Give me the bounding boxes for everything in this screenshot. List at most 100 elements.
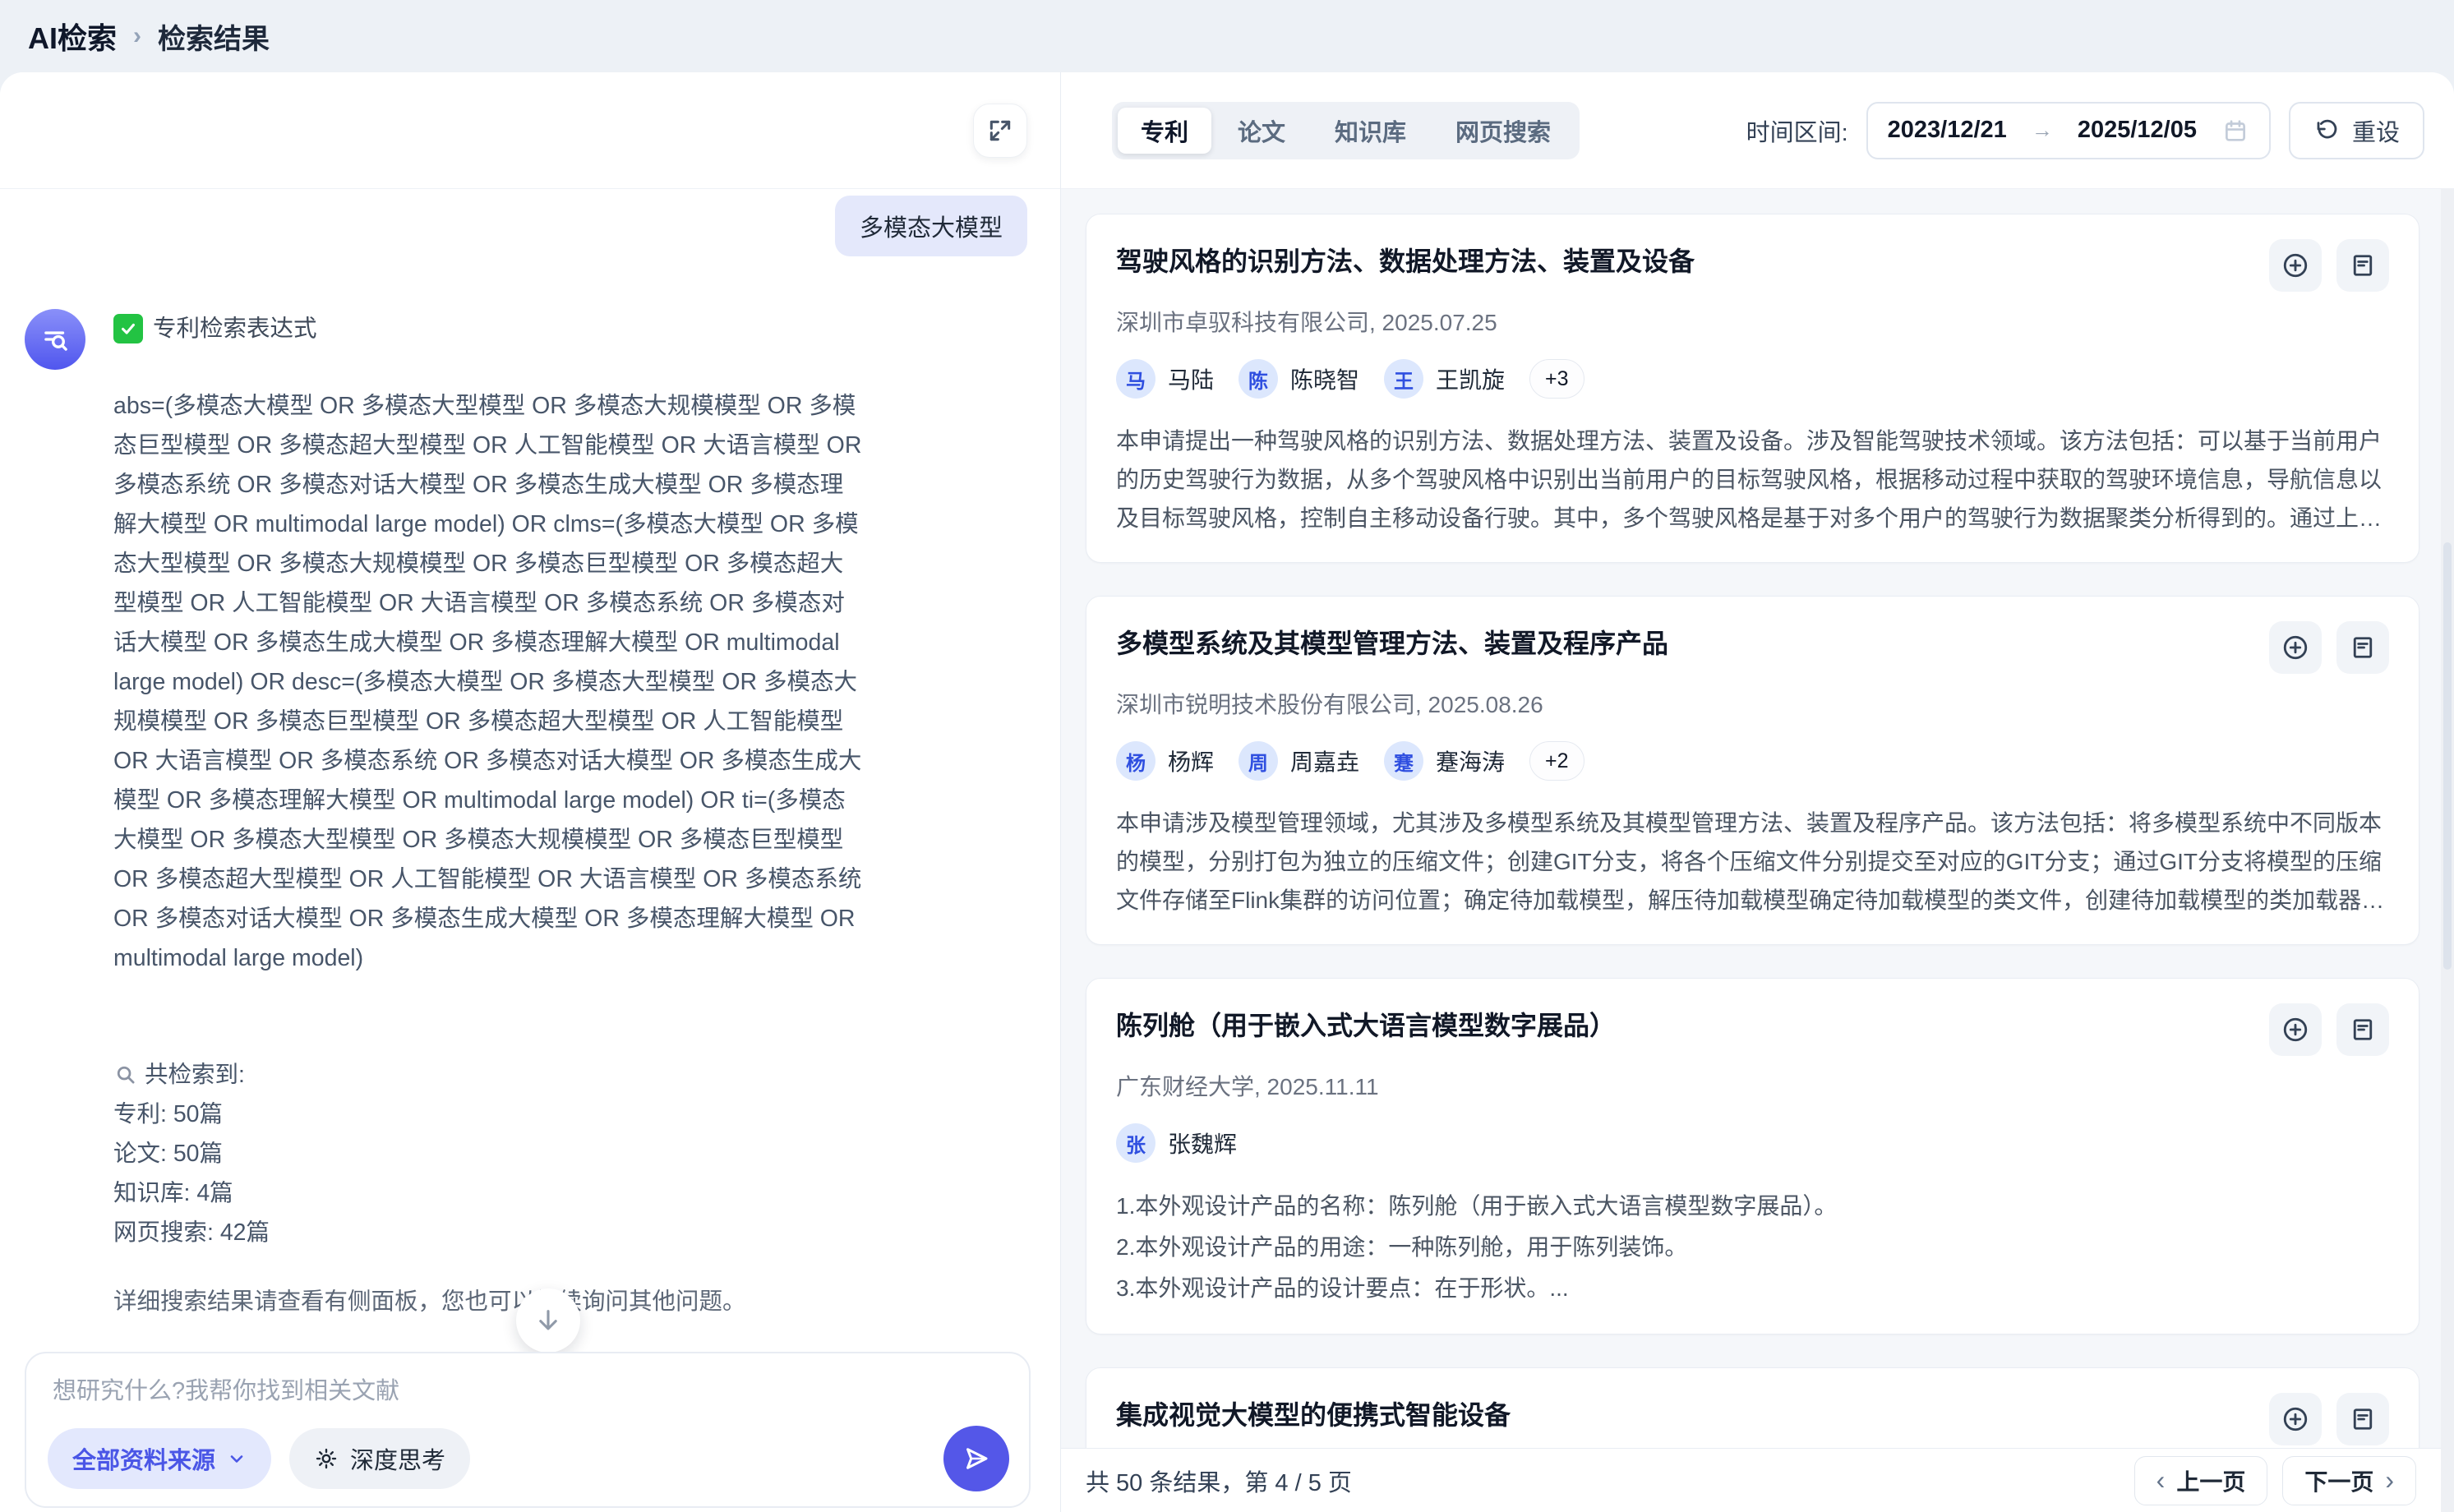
chevron-right-icon: › — [2385, 1465, 2394, 1496]
more-authors-badge[interactable]: +2 — [1529, 741, 1584, 781]
author-name: 陈晓智 — [1290, 362, 1359, 395]
stat-knowledge-base: 知识库: 4篇 — [113, 1173, 863, 1213]
assistant-heading: 专利检索表达式 — [153, 309, 317, 348]
prev-page-button[interactable]: ‹ 上一页 — [2134, 1456, 2268, 1505]
document-lines-icon — [2348, 1404, 2378, 1434]
date-range-arrow-icon: → — [2032, 118, 2053, 143]
document-lines-icon — [2348, 633, 2378, 662]
design-line: 1.本外观设计产品的名称：陈列舱（用于嵌入式大语言模型数字展品）。 — [1116, 1186, 2389, 1227]
add-to-collection-button[interactable] — [2269, 1393, 2322, 1445]
chat-thread: 多模态大模型 — [0, 189, 1060, 1348]
paper-plane-icon — [962, 1444, 991, 1473]
document-lines-icon — [2348, 1015, 2378, 1044]
breadcrumb-current: 检索结果 — [158, 16, 270, 57]
result-meta: 广东财经大学, 2025.11.11 — [1116, 1069, 2389, 1102]
magnifier-icon — [113, 1063, 138, 1087]
author-name: 杨辉 — [1168, 744, 1214, 777]
report-button[interactable] — [2336, 1003, 2389, 1056]
result-authors: 马马陆 陈陈晓智 王王凯旋 +3 — [1116, 359, 2389, 399]
report-button[interactable] — [2336, 621, 2389, 674]
send-button[interactable] — [943, 1426, 1009, 1491]
result-card: 多模型系统及其模型管理方法、装置及程序产品 — [1086, 596, 2419, 945]
result-title[interactable]: 驾驶风格的识别方法、数据处理方法、装置及设备 — [1116, 239, 1695, 279]
date-end[interactable]: 2025/12/05 — [2078, 117, 2197, 144]
result-card: 陈列舱（用于嵌入式大语言模型数字展品） — [1086, 978, 2419, 1335]
date-start[interactable]: 2023/12/21 — [1888, 117, 2007, 144]
assistant-footer-note: 详细搜索结果请查看有侧面板，您也可以继续询问其他问题。 — [113, 1282, 863, 1321]
tab-knowledge-base[interactable]: 知识库 — [1312, 108, 1429, 154]
list-search-icon — [39, 324, 71, 355]
stat-web-search: 网页搜索: 42篇 — [113, 1213, 863, 1252]
author-name: 马陆 — [1168, 362, 1214, 395]
add-to-collection-button[interactable] — [2269, 239, 2322, 292]
next-page-button[interactable]: 下一页 › — [2282, 1456, 2416, 1505]
design-line: 3.本外观设计产品的设计要点：在于形状。... — [1116, 1268, 2389, 1309]
scroll-to-bottom-button[interactable] — [516, 1288, 580, 1353]
composer: 全部资料来源 深度思考 — [25, 1352, 1031, 1508]
result-abstract: 本申请涉及模型管理领域，尤其涉及多模型系统及其模型管理方法、装置及程序产品。该方… — [1116, 804, 2389, 920]
breadcrumb-separator-icon: › — [133, 22, 141, 50]
time-range-label: 时间区间: — [1746, 113, 1848, 148]
author-avatar: 杨 — [1116, 741, 1156, 781]
author-name: 王凯旋 — [1436, 362, 1505, 395]
author-name: 周嘉垚 — [1290, 744, 1359, 777]
add-to-collection-button[interactable] — [2269, 1003, 2322, 1056]
results-list: 驾驶风格的识别方法、数据处理方法、装置及设备 — [1061, 189, 2441, 1512]
author-avatar: 陈 — [1239, 359, 1278, 399]
more-authors-badge[interactable]: +3 — [1529, 359, 1584, 399]
author-name: 蹇海涛 — [1436, 744, 1505, 777]
author-name: 张魏辉 — [1168, 1127, 1237, 1159]
scrollbar-thumb[interactable] — [2443, 542, 2452, 970]
report-button[interactable] — [2336, 1393, 2389, 1445]
result-authors: 杨杨辉 周周嘉垚 蹇蹇海涛 +2 — [1116, 741, 2389, 781]
chat-panel-header — [0, 72, 1060, 189]
results-header: 专利 论文 知识库 网页搜索 时间区间: 2023/12/21 → 2025/1… — [1061, 72, 2454, 189]
stat-patents: 专利: 50篇 — [113, 1095, 863, 1134]
author-avatar: 王 — [1384, 359, 1423, 399]
chevron-down-icon — [227, 1449, 247, 1468]
plus-circle-icon — [2281, 251, 2310, 280]
date-range-picker[interactable]: 2023/12/21 → 2025/12/05 — [1866, 102, 2271, 159]
main-container: 多模态大模型 — [0, 72, 2454, 1512]
add-to-collection-button[interactable] — [2269, 621, 2322, 674]
result-title[interactable]: 陈列舱（用于嵌入式大语言模型数字展品） — [1116, 1003, 1616, 1044]
result-card: 驾驶风格的识别方法、数据处理方法、装置及设备 — [1086, 214, 2419, 563]
expand-arrows-icon — [987, 118, 1013, 144]
results-panel: 专利 论文 知识库 网页搜索 时间区间: 2023/12/21 → 2025/1… — [1060, 72, 2454, 1512]
source-selector-button[interactable]: 全部资料来源 — [48, 1428, 271, 1489]
user-message-bubble: 多模态大模型 — [835, 196, 1027, 256]
reset-button[interactable]: 重设 — [2289, 102, 2424, 159]
plus-circle-icon — [2281, 633, 2310, 662]
rotate-ccw-icon — [2313, 118, 2340, 144]
document-lines-icon — [2348, 251, 2378, 280]
results-summary: 共 50 条结果，第 4 / 5 页 — [1086, 1464, 1352, 1498]
author-avatar: 马 — [1116, 359, 1156, 399]
deep-think-button[interactable]: 深度思考 — [289, 1428, 470, 1489]
author-avatar: 蹇 — [1384, 741, 1423, 781]
breadcrumb: AI检索 › 检索结果 — [0, 0, 2454, 72]
result-authors: 张张魏辉 — [1116, 1123, 2389, 1163]
calendar-icon — [2221, 117, 2249, 145]
arrow-down-icon — [534, 1307, 562, 1335]
report-button[interactable] — [2336, 239, 2389, 292]
tab-papers[interactable]: 论文 — [1215, 108, 1308, 154]
result-abstract: 1.本外观设计产品的名称：陈列舱（用于嵌入式大语言模型数字展品）。 2.本外观设… — [1116, 1186, 2389, 1309]
result-title[interactable]: 集成视觉大模型的便携式智能设备 — [1116, 1393, 1511, 1433]
chevron-left-icon: ‹ — [2156, 1465, 2166, 1496]
expand-chat-button[interactable] — [973, 104, 1027, 158]
results-scrollbar[interactable] — [2441, 189, 2454, 1512]
result-title[interactable]: 多模型系统及其模型管理方法、装置及程序产品 — [1116, 621, 1668, 662]
composer-input[interactable] — [53, 1371, 1003, 1418]
tab-patents[interactable]: 专利 — [1118, 108, 1211, 154]
stats-title: 共检索到: — [145, 1055, 245, 1095]
result-type-tabs: 专利 论文 知识库 网页搜索 — [1112, 102, 1580, 159]
result-abstract: 本申请提出一种驾驶风格的识别方法、数据处理方法、装置及设备。涉及智能驾驶技术领域… — [1116, 422, 2389, 537]
tab-web-search[interactable]: 网页搜索 — [1432, 108, 1574, 154]
plus-circle-icon — [2281, 1404, 2310, 1434]
gear-icon — [314, 1446, 339, 1471]
result-meta: 深圳市卓驭科技有限公司, 2025.07.25 — [1116, 305, 2389, 338]
patent-search-expression: abs=(多模态大模型 OR 多模态大型模型 OR 多模态大规模模型 OR 多模… — [113, 386, 863, 978]
assistant-avatar — [25, 309, 85, 370]
chat-panel: 多模态大模型 — [0, 72, 1060, 1512]
breadcrumb-root[interactable]: AI检索 — [28, 15, 117, 58]
